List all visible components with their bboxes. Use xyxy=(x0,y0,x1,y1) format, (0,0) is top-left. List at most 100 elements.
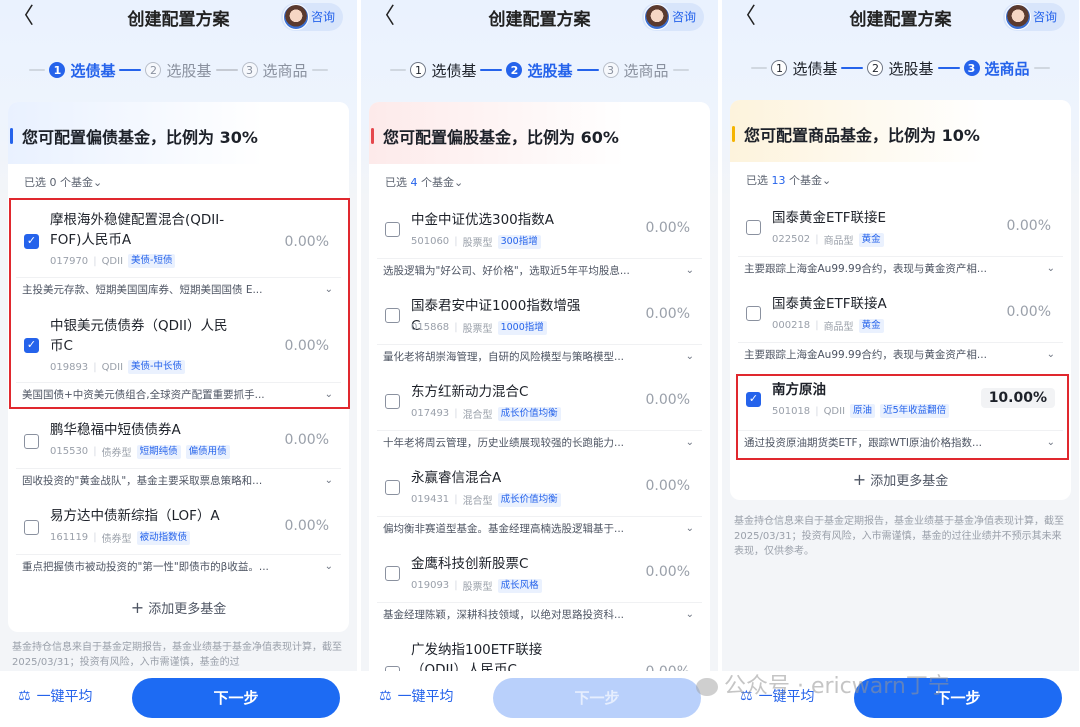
panel-commodity-selection: 〈 创建配置方案 咨询 1 选债基 2 选股基 3 选商品 您可配置商品基金，比例为 … xyxy=(722,0,1079,727)
fund-description[interactable]: 偏均衡非赛道型基金。基金经理高楠选股逻辑基于... ⌄ xyxy=(377,516,702,540)
top-bar: 〈 创建配置方案 咨询 xyxy=(722,0,1079,36)
selected-count[interactable]: 已选 0 个基金⌄ xyxy=(24,174,102,190)
fund-percent[interactable]: 0.00% xyxy=(646,220,690,236)
fund-percent[interactable]: 0.00% xyxy=(646,306,690,322)
bottom-bar: ⚖ 一键平均 下一步 xyxy=(361,671,718,727)
fund-name: 易方达中债新综指（LOF）A xyxy=(50,508,220,524)
chevron-down-icon: ⌄ xyxy=(324,475,333,486)
fund-description[interactable]: 量化老将胡崇海管理，自研的风险模型与策略模型... ⌄ xyxy=(377,344,702,368)
fund-description[interactable]: 选股逻辑为"好公司、好价格"，选取近5年平均股息... ⌄ xyxy=(377,258,702,282)
fund-checkbox[interactable] xyxy=(385,308,400,323)
step-1: 1 选债基 xyxy=(49,60,115,81)
disclaimer: 基金持仓信息来自于基金定期报告，基金业绩基于基金净值表现计算，截至2025/03… xyxy=(12,642,342,668)
step-1: 1 选债基 xyxy=(771,58,837,79)
watermark: 公众号 · ericwarn丁宁 xyxy=(696,668,950,700)
top-bar: 〈 创建配置方案 咨询 xyxy=(0,0,357,36)
chevron-down-icon: ⌄ xyxy=(685,609,694,620)
step-3: 3 选商品 xyxy=(963,58,1030,79)
fund-meta: 501060 | 股票型 300指增 xyxy=(411,234,541,249)
fund-checkbox[interactable] xyxy=(24,520,39,535)
fund-meta: 161119 | 债券型 被动指数债 xyxy=(50,530,191,545)
add-more-funds-button[interactable]: + 添加更多基金 xyxy=(8,598,349,617)
selected-count[interactable]: 已选 4 个基金⌄ xyxy=(385,174,463,190)
step-2: 2 选股基 xyxy=(145,60,212,81)
step-3: 3 选商品 xyxy=(241,60,308,81)
fund-checkbox[interactable] xyxy=(385,566,400,581)
fund-checkbox[interactable] xyxy=(385,394,400,409)
panel-stock-selection: 〈 创建配置方案 咨询 1 选债基 2 选股基 3 选商品 您可配置偏股基金，比例为 … xyxy=(361,0,718,727)
chevron-down-icon: ⌄ xyxy=(685,523,694,534)
fund-description[interactable]: 十年老将周云管理，历史业绩展现较强的长跑能力... ⌄ xyxy=(377,430,702,454)
fund-meta: 017493 | 混合型 成长价值均衡 xyxy=(411,406,561,421)
fund-item[interactable]: 易方达中债新综指（LOF）A 161119 | 债券型 被动指数债 0.00% 重点把… xyxy=(16,506,341,590)
fund-item[interactable]: 永赢睿信混合A 019431 | 混合型 成长价值均衡 0.00% 偏均衡非赛道型基金… xyxy=(377,468,702,548)
step-1: 1 选债基 xyxy=(410,60,476,81)
consult-button[interactable]: 咨询 xyxy=(1002,3,1065,31)
fund-checkbox[interactable] xyxy=(385,222,400,237)
step-2: 2 选股基 xyxy=(506,60,573,81)
fund-percent[interactable]: 0.00% xyxy=(285,518,329,534)
panel-bond-selection: 〈 创建配置方案 咨询 1 选债基 2 选股基 3 选商品 您可配置偏债基金，比例为 … xyxy=(0,0,357,727)
fund-item[interactable]: 金鹰科技创新股票C 019093 | 股票型 成长风格 0.00% 基金经理陈颖，深耕… xyxy=(377,554,702,634)
add-more-funds-button[interactable]: + 添加更多基金 xyxy=(730,470,1071,489)
next-button[interactable]: 下一步 xyxy=(493,678,701,718)
fund-meta: 019093 | 股票型 成长风格 xyxy=(411,578,542,593)
allocation-heading: 您可配置偏债基金，比例为 30% xyxy=(8,102,349,164)
fund-checkbox[interactable] xyxy=(746,306,761,321)
fund-description[interactable]: 重点把握债市被动投资的"第一性"即债市的β收益。... ⌄ xyxy=(16,554,341,578)
fund-percent[interactable]: 0.00% xyxy=(1007,218,1051,234)
fund-meta: 015868 | 股票型 1000指增 xyxy=(411,320,547,335)
step-indicator: 1 选债基 2 选股基 3 选商品 xyxy=(0,58,357,82)
selected-count[interactable]: 已选 13 个基金⌄ xyxy=(746,172,831,188)
chevron-down-icon: ⌄ xyxy=(685,265,694,276)
consult-button[interactable]: 咨询 xyxy=(280,3,343,31)
fund-item[interactable]: 国泰黄金ETF联接E 022502 | 商品型 黄金 0.00% 主要跟踪上海金Au9… xyxy=(738,208,1063,288)
step-3: 3 选商品 xyxy=(602,60,669,81)
fund-percent[interactable]: 0.00% xyxy=(646,478,690,494)
balance-icon: ⚖ xyxy=(379,688,392,704)
fund-item[interactable]: 鹏华稳福中短债债券A 015530 | 债券型 短期纯债 偏债用债 0.00% 固收投资… xyxy=(16,420,341,504)
highlight-box xyxy=(736,374,1069,460)
fund-description[interactable]: 主要跟踪上海金Au99.99合约，表现与黄金资产相... ⌄ xyxy=(738,256,1063,280)
fund-item[interactable]: 国泰君安中证1000指数增强C 015868 | 股票型 1000指增 0.00% 量… xyxy=(377,296,702,376)
fund-item[interactable]: 国泰黄金ETF联接A 000218 | 商品型 黄金 0.00% 主要跟踪上海金Au9… xyxy=(738,294,1063,374)
plus-icon: + xyxy=(852,470,867,489)
balance-icon: ⚖ xyxy=(18,688,31,704)
fund-percent[interactable]: 0.00% xyxy=(285,432,329,448)
fund-percent[interactable]: 0.00% xyxy=(1007,304,1051,320)
consult-label: 咨询 xyxy=(310,10,335,24)
avatar xyxy=(282,4,309,30)
fund-item[interactable]: 东方红新动力混合C 017493 | 混合型 成长价值均衡 0.00% 十年老将周云管… xyxy=(377,382,702,462)
fund-description[interactable]: 主要跟踪上海金Au99.99合约，表现与黄金资产相... ⌄ xyxy=(738,342,1063,366)
avatar xyxy=(1004,4,1031,30)
top-bar: 〈 创建配置方案 咨询 xyxy=(361,0,718,36)
one-key-average-button[interactable]: ⚖ 一键平均 xyxy=(379,686,454,706)
fund-name: 东方红新动力混合C xyxy=(411,384,529,400)
fund-checkbox[interactable] xyxy=(24,434,39,449)
bottom-bar: ⚖ 一键平均 下一步 xyxy=(0,671,357,727)
one-key-average-button[interactable]: ⚖ 一键平均 xyxy=(18,686,93,706)
fund-percent[interactable]: 0.00% xyxy=(646,392,690,408)
fund-name: 中金中证优选300指数A xyxy=(411,212,555,228)
fund-checkbox[interactable] xyxy=(385,480,400,495)
fund-name: 鹏华稳福中短债债券A xyxy=(50,422,181,438)
fund-percent[interactable]: 0.00% xyxy=(646,564,690,580)
fund-description[interactable]: 固收投资的"黄金战队"，基金主要采取票息策略和... ⌄ xyxy=(16,468,341,492)
chevron-down-icon: ⌄ xyxy=(1046,263,1055,274)
consult-button[interactable]: 咨询 xyxy=(641,3,704,31)
chevron-down-icon: ⌄ xyxy=(1046,349,1055,360)
highlight-box xyxy=(9,198,350,409)
fund-item[interactable]: 中金中证优选300指数A 501060 | 股票型 300指增 0.00% 选股逻辑为… xyxy=(377,210,702,290)
chevron-down-icon: ⌄ xyxy=(324,561,333,572)
consult-label: 咨询 xyxy=(1032,10,1057,24)
step-2: 2 选股基 xyxy=(867,58,934,79)
chevron-down-icon: ⌄ xyxy=(685,437,694,448)
fund-meta: 015530 | 债券型 短期纯债 偏债用债 xyxy=(50,444,230,459)
disclaimer: 基金持仓信息来自于基金定期报告，基金业绩基于基金净值表现计算，截至2025/03… xyxy=(734,516,1064,557)
fund-meta: 019431 | 混合型 成长价值均衡 xyxy=(411,492,561,507)
next-button[interactable]: 下一步 xyxy=(132,678,340,718)
wechat-icon xyxy=(696,678,718,696)
fund-name: 永赢睿信混合A xyxy=(411,470,502,486)
fund-description[interactable]: 基金经理陈颖，深耕科技领域，以绝对思路投资科... ⌄ xyxy=(377,602,702,626)
fund-checkbox[interactable] xyxy=(746,220,761,235)
